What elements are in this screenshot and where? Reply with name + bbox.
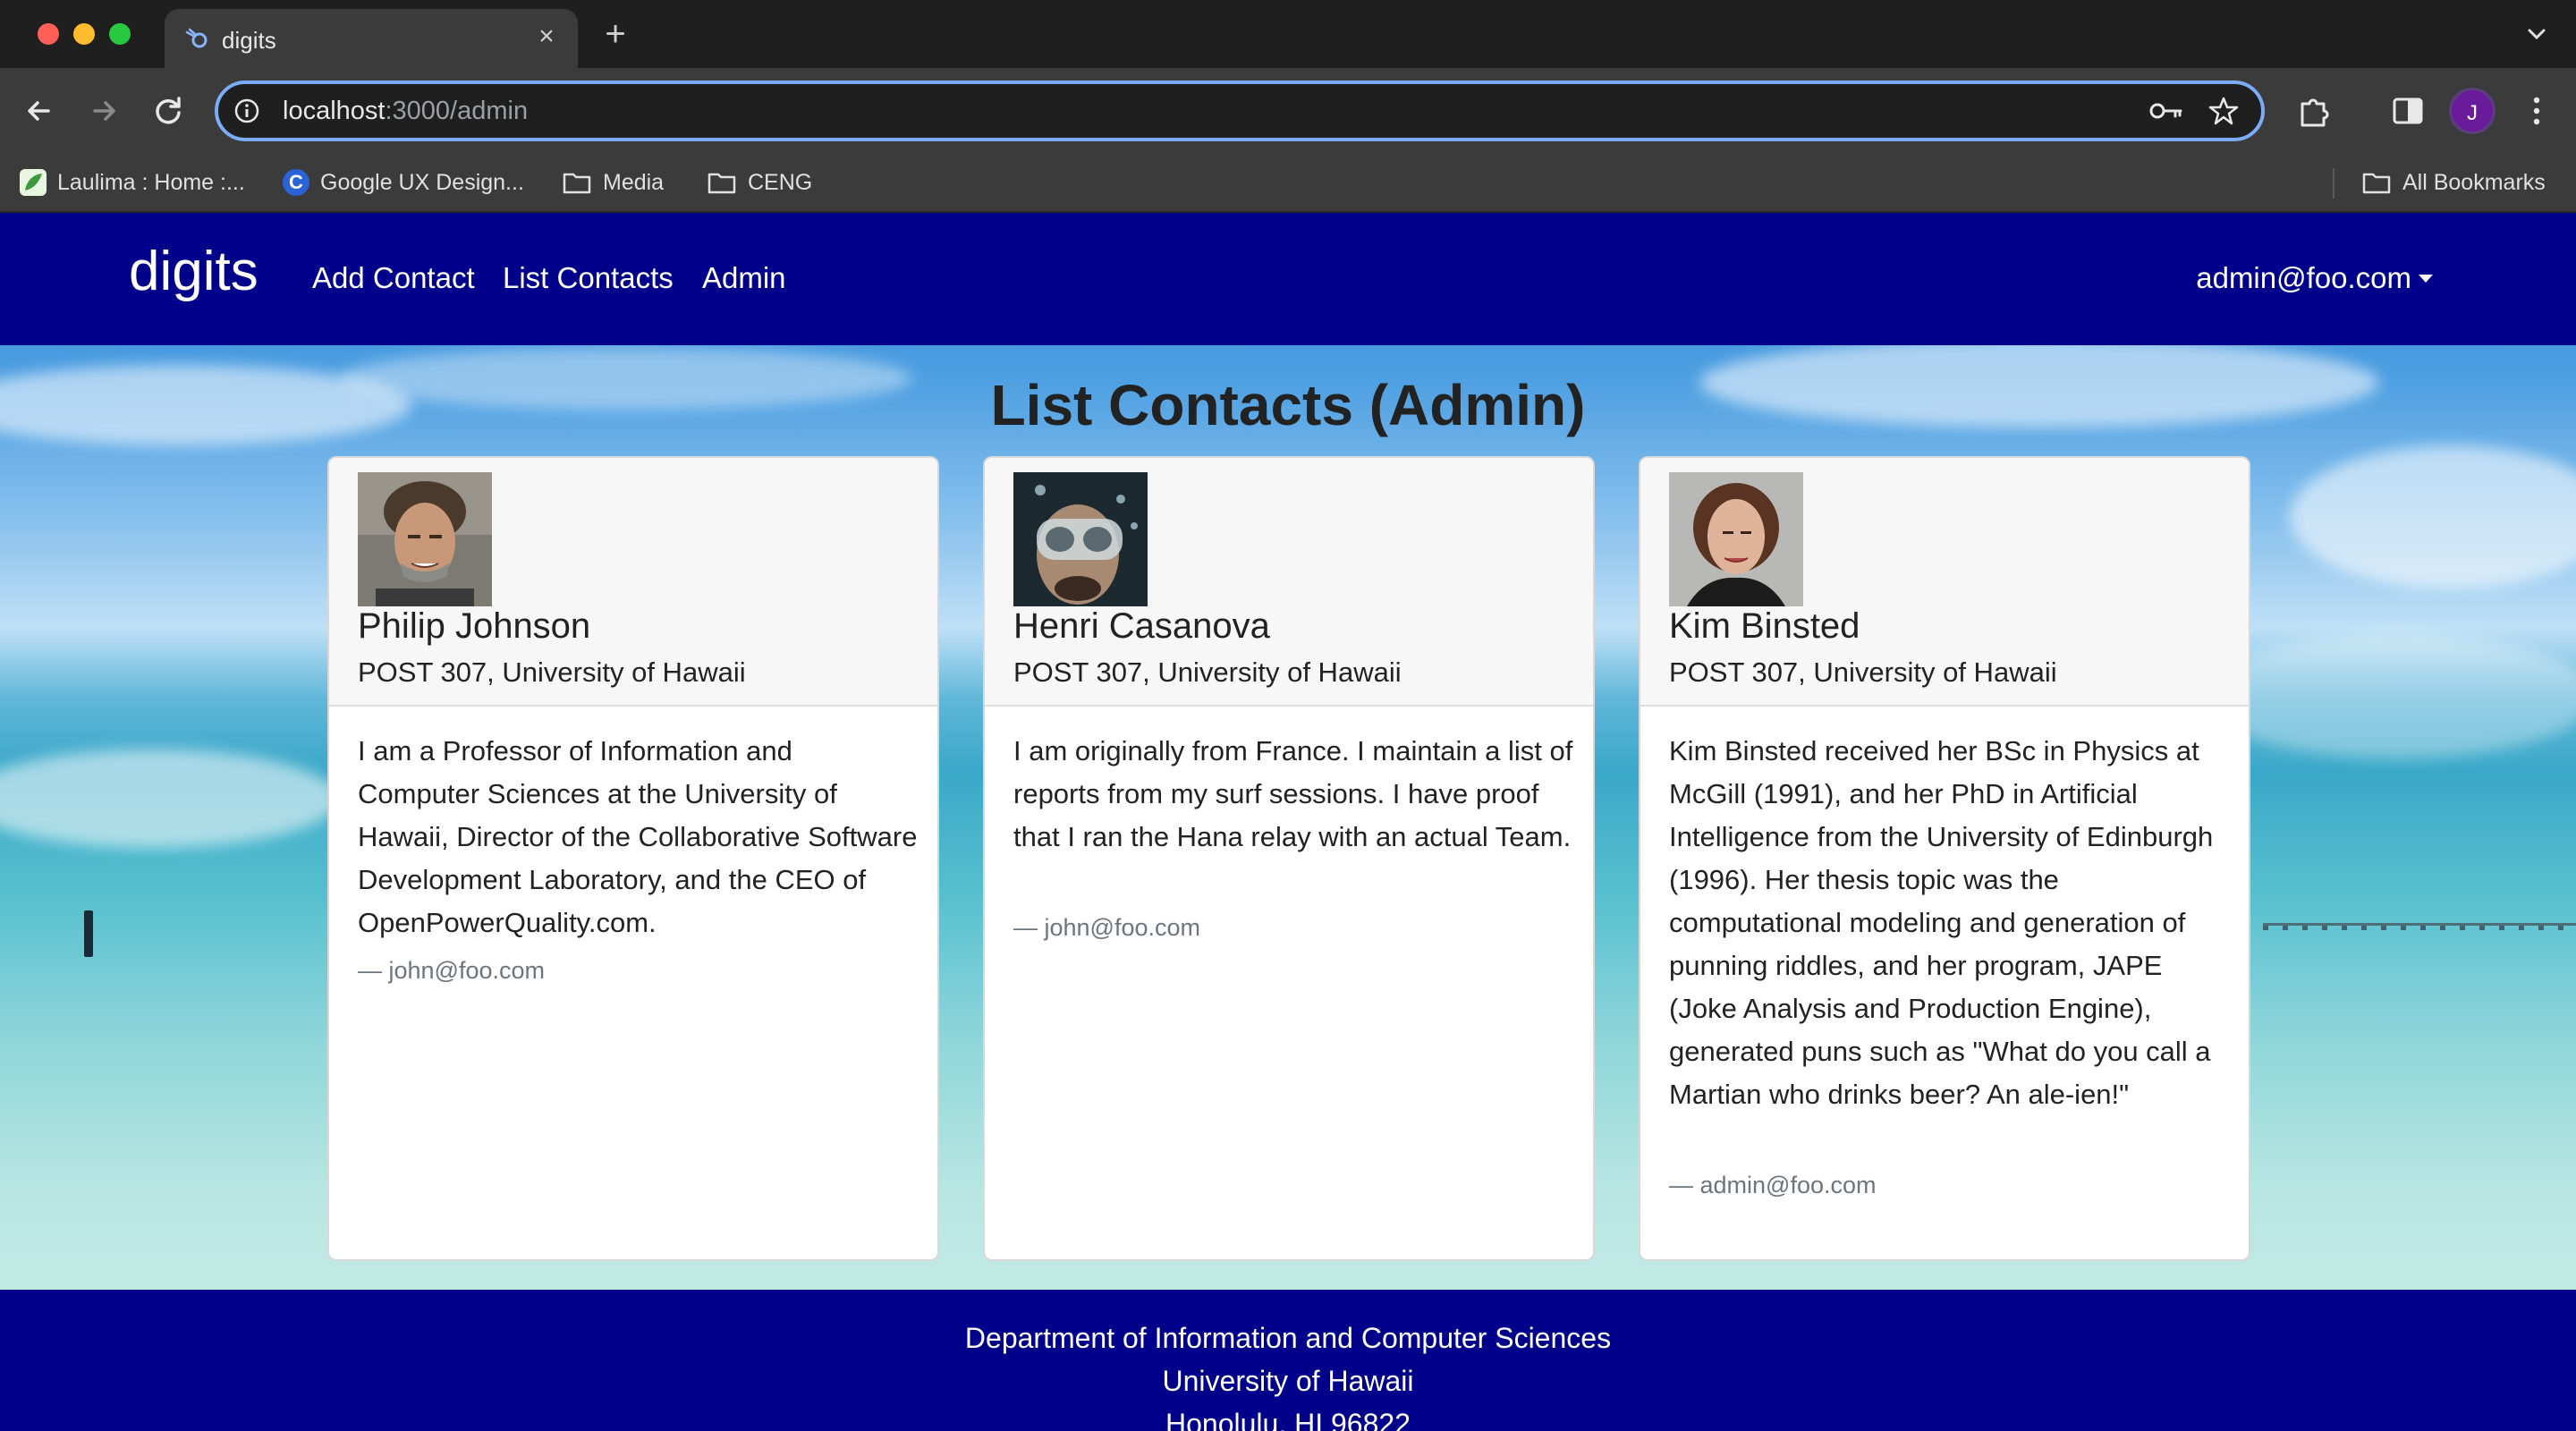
- background-cloud: [2290, 445, 2576, 588]
- all-bookmarks-label: All Bookmarks: [2402, 169, 2546, 195]
- bookmark-label: CENG: [748, 169, 813, 195]
- page-footer: Department of Information and Computer S…: [0, 1290, 2576, 1431]
- profile-avatar[interactable]: J: [2449, 88, 2496, 134]
- close-window-button[interactable]: [38, 23, 59, 45]
- bookmark-label: Laulima : Home :...: [57, 169, 245, 195]
- bookmark-folder-media[interactable]: Media: [562, 166, 664, 199]
- caret-down-icon: [2419, 274, 2433, 283]
- minimize-window-button[interactable]: [73, 23, 95, 45]
- card-header: Philip Johnson POST 307, University of H…: [329, 458, 937, 707]
- page-title: List Contacts (Admin): [990, 373, 1586, 437]
- background-cloud: [0, 749, 340, 848]
- contact-card: Kim Binsted POST 307, University of Hawa…: [1639, 456, 2250, 1261]
- coursera-favicon-icon: C: [283, 169, 309, 196]
- bookmark-label: Google UX Design...: [320, 169, 524, 195]
- brand-logo[interactable]: digits: [129, 240, 258, 303]
- browser-tab-bar: digits × +: [0, 0, 2576, 68]
- address-bar[interactable]: localhost:3000/admin: [215, 80, 2265, 141]
- bookmark-label: Media: [603, 169, 665, 195]
- forward-arrow-icon[interactable]: [82, 89, 125, 132]
- card-header: Henri Casanova POST 307, University of H…: [985, 458, 1593, 707]
- bookmark-google-ux[interactable]: C Google UX Design...: [283, 166, 524, 199]
- browser-tab[interactable]: digits ×: [165, 9, 578, 68]
- meteor-favicon-icon: [185, 28, 208, 48]
- background-pier: [2263, 923, 2576, 930]
- back-arrow-icon[interactable]: [18, 89, 61, 132]
- contact-description: Kim Binsted received her BSc in Physics …: [1669, 735, 2214, 1110]
- contact-name: Kim Binsted: [1669, 606, 1860, 646]
- folder-icon: [708, 173, 736, 194]
- top-navbar: digits Add Contact List Contacts Admin a…: [0, 213, 2576, 345]
- contact-name: Philip Johnson: [358, 606, 591, 646]
- contact-description: I am originally from France. I maintain …: [1013, 735, 1573, 852]
- bookmark-laulima[interactable]: Laulima : Home :...: [20, 166, 245, 199]
- nav-add-contact[interactable]: Add Contact: [312, 261, 475, 295]
- nav-admin[interactable]: Admin: [702, 261, 786, 295]
- footer-department: Department of Information and Computer S…: [964, 1322, 1612, 1354]
- footer-university: University of Hawaii: [1162, 1365, 1414, 1397]
- contact-owner: — john@foo.com: [1013, 914, 1200, 941]
- contact-description: I am a Professor of Information and Comp…: [358, 735, 918, 938]
- contact-photo: [1013, 472, 1148, 606]
- contact-address: POST 307, University of Hawaii: [1013, 656, 1402, 688]
- contact-owner: — admin@foo.com: [1669, 1172, 1877, 1198]
- contact-name: Henri Casanova: [1013, 606, 1270, 646]
- page-viewport: digits Add Contact List Contacts Admin a…: [0, 213, 2576, 1431]
- background-post: [84, 910, 93, 957]
- tab-title: digits: [222, 27, 276, 54]
- user-email: admin@foo.com: [2196, 261, 2411, 294]
- site-info-icon[interactable]: [233, 97, 261, 125]
- folder-icon: [2362, 173, 2391, 194]
- all-bookmarks-button[interactable]: All Bookmarks: [2361, 166, 2546, 199]
- contact-card: Henri Casanova POST 307, University of H…: [983, 456, 1595, 1261]
- contact-owner: — john@foo.com: [358, 957, 545, 984]
- bookmark-folder-ceng[interactable]: CENG: [707, 166, 812, 199]
- contact-card: Philip Johnson POST 307, University of H…: [327, 456, 939, 1261]
- bookmarks-divider: [2333, 168, 2334, 199]
- extensions-puzzle-icon[interactable]: [2295, 91, 2334, 131]
- footer-address: Honolulu, HI 96822: [1165, 1408, 1411, 1431]
- close-tab-icon[interactable]: ×: [531, 21, 562, 52]
- reload-icon[interactable]: [147, 89, 190, 132]
- contact-photo: [358, 472, 492, 606]
- laulima-favicon-icon: [20, 169, 47, 196]
- bookmarks-bar: Laulima : Home :... C Google UX Design..…: [0, 154, 2576, 213]
- chevron-down-icon[interactable]: [2522, 20, 2551, 48]
- contact-address: POST 307, University of Hawaii: [358, 656, 746, 688]
- card-header: Kim Binsted POST 307, University of Hawa…: [1640, 458, 2249, 707]
- browser-menu-icon[interactable]: [2522, 91, 2551, 131]
- side-panel-icon[interactable]: [2388, 91, 2428, 131]
- contact-photo: [1669, 472, 1803, 606]
- contact-address: POST 307, University of Hawaii: [1669, 656, 2057, 688]
- url-text: localhost:3000/admin: [283, 97, 529, 125]
- nav-list-contacts[interactable]: List Contacts: [503, 261, 674, 295]
- new-tab-icon[interactable]: +: [597, 16, 633, 52]
- bookmark-star-icon[interactable]: [2207, 95, 2240, 127]
- password-key-icon[interactable]: [2148, 97, 2184, 125]
- maximize-window-button[interactable]: [109, 23, 131, 45]
- background-cloud: [2200, 633, 2576, 758]
- browser-toolbar: localhost:3000/admin J: [0, 68, 2576, 154]
- user-dropdown[interactable]: admin@foo.com: [2196, 261, 2433, 295]
- folder-icon: [563, 173, 591, 194]
